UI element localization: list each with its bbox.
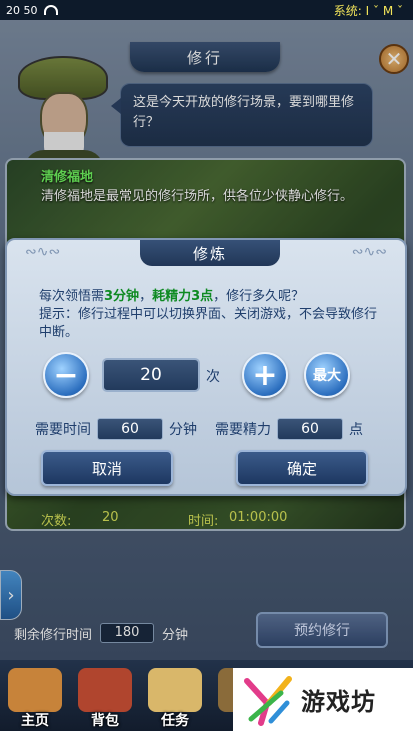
msg-prefix: 每次领悟需 <box>39 289 105 304</box>
swirl-ornament-icon: ∾∿∾ <box>25 244 61 260</box>
msg-energy: 耗精力3点 <box>152 289 214 304</box>
need-time-value: 60 <box>97 418 163 440</box>
max-button[interactable]: 最大 <box>304 352 350 398</box>
need-energy-label: 需要精力 <box>215 422 271 438</box>
count-unit: 次 <box>206 369 220 385</box>
msg-suffix: ，修行多久呢？ <box>213 289 305 304</box>
watermark-text: 游戏坊 <box>301 687 376 716</box>
msg-tip: 提示：修行过程中可以切换界面、关闭游戏，不会导致修行中断。 <box>39 307 378 340</box>
minus-button[interactable]: − <box>43 352 89 398</box>
wifi-icon <box>43 5 58 15</box>
nav-label: 任务 <box>161 713 189 729</box>
minus-icon: − <box>53 357 79 393</box>
need-time-row: 需要时间 60 分钟 <box>35 418 197 440</box>
confirm-button[interactable]: 确定 <box>236 450 368 486</box>
status-time: 20 50 <box>6 3 38 17</box>
cultivate-dialog: ∾∿∾ ∾∿∾ 修炼 每次领悟需3分钟，耗精力3点，修行多久呢？ 提示：修行过程… <box>5 238 407 496</box>
need-energy-unit: 点 <box>349 422 363 438</box>
dialog-message: 每次领悟需3分钟，耗精力3点，修行多久呢？ 提示：修行过程中可以切换界面、关闭游… <box>39 288 379 342</box>
msg-time: 3分钟 <box>104 289 140 304</box>
bag-icon <box>78 668 132 712</box>
watermark: 游戏坊 <box>233 668 413 731</box>
plus-button[interactable]: + <box>242 352 288 398</box>
scroll-icon <box>148 668 202 712</box>
need-time-unit: 分钟 <box>169 422 197 438</box>
system-status: 系统: I ˇ M ˇ <box>333 4 403 18</box>
plus-icon: + <box>252 357 278 393</box>
count-input[interactable]: 20 <box>102 358 200 392</box>
dialog-title: 修炼 <box>140 240 280 266</box>
msg-sep: ， <box>139 289 153 304</box>
swirl-ornament-icon: ∾∿∾ <box>351 244 387 260</box>
cancel-button[interactable]: 取消 <box>41 450 173 486</box>
nav-item-bag[interactable]: 背包 <box>70 660 140 731</box>
nav-item-tasks[interactable]: 任务 <box>140 660 210 731</box>
watermark-logo-icon <box>244 675 292 726</box>
house-icon <box>8 668 62 712</box>
need-energy-row: 需要精力 60 点 <box>215 418 363 440</box>
nav-label: 背包 <box>91 713 119 729</box>
nav-item-home[interactable]: 主页 <box>0 660 70 731</box>
need-energy-value: 60 <box>277 418 343 440</box>
need-time-label: 需要时间 <box>35 422 91 438</box>
nav-label: 主页 <box>21 713 49 729</box>
status-bar: 20 50 系统: I ˇ M ˇ <box>0 0 413 20</box>
